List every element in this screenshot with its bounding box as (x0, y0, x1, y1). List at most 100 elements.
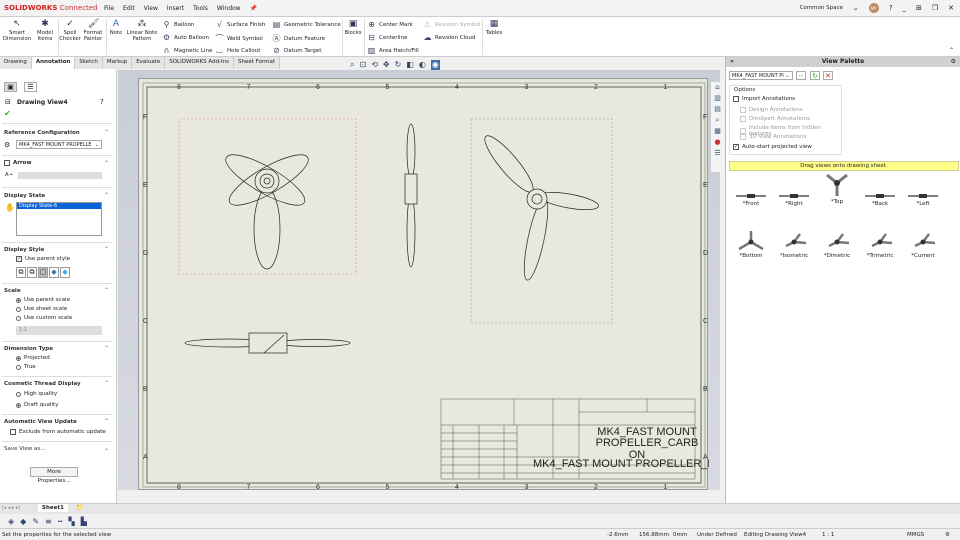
wireframe-icon[interactable]: ⧉ (16, 267, 26, 278)
datum-target-button[interactable]: ⊘ Datum Target (272, 46, 321, 55)
pan-icon[interactable]: ✥ (383, 60, 390, 70)
sheet-nav-arrows[interactable]: |◂ ◂ ▸ ▸| (2, 505, 20, 511)
balloon-button[interactable]: ⚲ Balloon (162, 20, 195, 29)
scene-icon[interactable]: ◉ (430, 60, 440, 70)
add-sheet-icon[interactable]: 📁 (73, 504, 86, 511)
menu-insert[interactable]: Insert (167, 5, 184, 12)
tab-sketch[interactable]: Sketch (75, 57, 103, 69)
custom-scale-select[interactable]: 1:1 (16, 326, 102, 335)
feature-manager-tab[interactable]: ▣ (4, 82, 17, 92)
menu-edit[interactable]: Edit (123, 5, 135, 12)
use-parent-style-checkbox[interactable]: ✓ Use parent style (16, 256, 70, 262)
avatar[interactable]: MP (868, 3, 879, 13)
tab-markup[interactable]: Markup (102, 57, 133, 69)
minimize-button[interactable]: _ (902, 4, 906, 12)
tab-addins[interactable]: SOLIDWORKS Add-Ins (165, 57, 235, 69)
collapse-icon[interactable]: ⌃ (104, 129, 109, 136)
layer-icon[interactable]: ◈ (8, 517, 14, 526)
palette-view-right[interactable]: *Right (772, 179, 816, 207)
model-items-button[interactable]: ✱ Model Items (34, 17, 56, 42)
hide-show-edges-icon[interactable]: ▚ (69, 517, 75, 526)
model-select[interactable]: MK4_FAST MOUNT PI ⌄ (729, 71, 793, 80)
ok-check-icon[interactable]: ✔ (4, 109, 11, 118)
use-sheet-scale-radio[interactable]: Use sheet scale (16, 306, 67, 312)
revision-symbol-button[interactable]: ⚠ Revision Symbol (423, 20, 480, 29)
center-mark-button[interactable]: ⊕ Center Mark (367, 20, 413, 29)
format-painter-button[interactable]: 🖌 Format Painter (82, 17, 104, 42)
use-parent-scale-radio[interactable]: Use parent scale (16, 297, 70, 303)
zoom-fit-icon[interactable]: ⌕ (350, 60, 354, 70)
chevron-down-icon[interactable]: ⌄ (853, 4, 859, 12)
unit-system[interactable]: MMGS (907, 532, 924, 538)
surface-finish-button[interactable]: √ Surface Finish (215, 20, 265, 29)
hole-callout-button[interactable]: ⌴ Hole Callout (215, 46, 260, 56)
palette-view-left[interactable]: *Left (901, 179, 945, 207)
list-item[interactable]: Display State-6 (17, 203, 101, 209)
custom-properties-icon[interactable]: ☰ (711, 148, 724, 159)
palette-view-dimetric[interactable]: *Dimetric (815, 229, 859, 259)
workspace-selector[interactable]: Common Space (800, 5, 843, 11)
design-annotations-checkbox[interactable]: Design Annotations (740, 107, 803, 113)
linear-note-pattern-button[interactable]: ⁂ Linear Note Pattern (126, 17, 158, 42)
blocks-button[interactable]: ▣ Blocks (344, 17, 362, 36)
use-custom-scale-radio[interactable]: Use custom scale (16, 315, 72, 321)
palette-view-trimetric[interactable]: *Trimetric (858, 229, 902, 259)
reference-config-select[interactable]: MK4_FAST MOUNT PROPELLE ⌄ (16, 140, 102, 149)
import-annotations-checkbox[interactable]: Import Annotations (733, 96, 795, 102)
palette-view-front[interactable]: *Front (729, 179, 773, 207)
close-button[interactable]: ✕ (948, 4, 954, 12)
property-manager-tab[interactable]: ☰ (24, 82, 37, 92)
previous-view-icon[interactable]: ⟲ (371, 60, 378, 70)
magnetic-line-button[interactable]: ∩ Magnetic Line (162, 46, 213, 55)
appearances-icon[interactable]: ● (711, 137, 724, 148)
menu-window[interactable]: Window (217, 5, 241, 12)
line-color-icon[interactable]: ◆ (20, 517, 26, 526)
help-icon[interactable]: ? (100, 98, 104, 106)
draft-quality-radio[interactable]: Draft quality (16, 402, 58, 408)
shaded-icon[interactable]: ◆ (60, 267, 70, 278)
weld-symbol-button[interactable]: ⌒ Weld Symbol (215, 33, 263, 44)
sheet-tab-sheet1[interactable]: Sheet1 (38, 504, 68, 512)
palette-view-back[interactable]: *Back (858, 179, 902, 207)
spell-checker-button[interactable]: ✓ Spell Checker (59, 17, 81, 42)
smart-dimension-button[interactable]: ↖ Smart Dimension (2, 17, 32, 42)
design-library-icon[interactable]: ▥ (711, 93, 724, 104)
geometric-tolerance-button[interactable]: ▤ Geometric Tolerance (272, 20, 341, 29)
display-state-list[interactable]: Display State-6 (16, 202, 102, 236)
file-explorer-icon[interactable]: ▤ (711, 104, 724, 115)
line-color-pen-icon[interactable]: ✎ (32, 517, 39, 526)
collapse-ribbon-icon[interactable]: ⌃ (949, 47, 954, 54)
hidden-lines-removed-icon[interactable]: ▢ (38, 267, 48, 278)
refresh-icon[interactable]: ↻ (810, 71, 820, 80)
area-hatch-button[interactable]: ▨ Area Hatch/Fill (367, 46, 419, 55)
resources-icon[interactable]: ⌂ (711, 82, 724, 93)
palette-view-bottom[interactable]: *Bottom (729, 229, 773, 259)
tab-annotation[interactable]: Annotation (31, 57, 76, 69)
more-properties-button[interactable]: More Properties... (30, 467, 78, 484)
tile-button[interactable]: ⊞ (916, 4, 922, 12)
tables-button[interactable]: ▦ Tables (484, 17, 504, 36)
color-display-icon[interactable]: ▙ (81, 517, 87, 526)
view-palette-icon[interactable]: ▦ (711, 126, 724, 137)
palette-view-isometric[interactable]: *Isometric (772, 229, 816, 259)
settings-icon[interactable]: ⚙ (945, 532, 950, 538)
browse-button[interactable]: ... (796, 71, 806, 80)
menu-tools[interactable]: Tools (193, 5, 208, 12)
save-view-as[interactable]: Save View as... (4, 446, 46, 452)
pin-icon[interactable]: 📌 (250, 5, 257, 12)
exclude-auto-update-checkbox[interactable]: Exclude from automatic update (10, 429, 106, 435)
arrow-label-input[interactable] (18, 172, 102, 179)
sheet-scale[interactable]: 1 : 1 (822, 532, 834, 538)
menu-file[interactable]: File (104, 5, 114, 12)
true-radio[interactable]: True (16, 364, 36, 370)
restore-button[interactable]: ❐ (932, 4, 938, 12)
datum-feature-button[interactable]: Ⓐ Datum Feature (272, 33, 326, 44)
expand-icon[interactable]: » (730, 57, 734, 67)
high-quality-radio[interactable]: High quality (16, 391, 57, 397)
auto-balloon-button[interactable]: ⚙ Auto Balloon (162, 33, 209, 42)
drawing-sheet[interactable]: 8877665544332211FFEEDDCCBBAA MK4_FAST MO… (138, 78, 709, 491)
arrow-checkbox[interactable]: Arrow (4, 160, 32, 166)
revision-cloud-button[interactable]: ☁ Revision Cloud (423, 33, 476, 42)
tab-sheet-format[interactable]: Sheet Format (234, 57, 281, 69)
tab-evaluate[interactable]: Evaluate (132, 57, 166, 69)
